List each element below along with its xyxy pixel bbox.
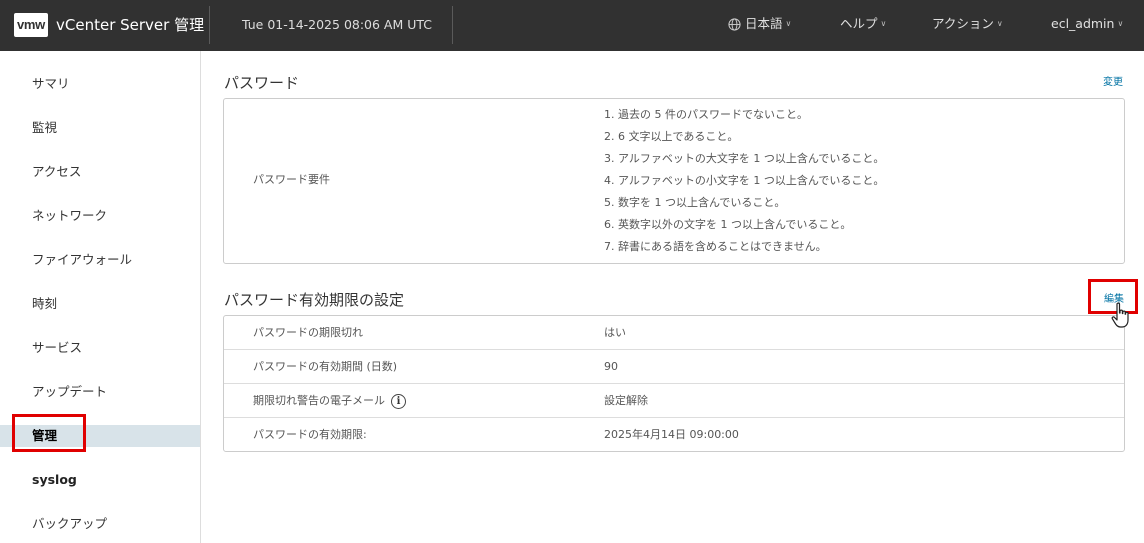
sidebar-item-label: syslog: [32, 472, 77, 487]
expiration-section-title: パスワード有効期限の設定: [224, 291, 405, 309]
row-key-with-info: 期限切れ警告の電子メール i: [253, 393, 406, 409]
chevron-down-icon: ∨: [996, 19, 1003, 28]
sidebar-nav: サマリ 監視 アクセス ネットワーク ファイアウォール 時刻 サービス アップデ…: [0, 51, 201, 543]
vmware-logo: vmw: [14, 13, 48, 37]
row-value: 90: [604, 360, 618, 373]
hand-cursor-icon: [1111, 302, 1129, 328]
app-title: vCenter Server 管理: [56, 16, 205, 34]
sidebar-item-monitor[interactable]: 監視: [0, 117, 200, 139]
header-divider: [209, 6, 210, 44]
language-menu-label: 日本語: [745, 16, 783, 31]
header-datetime: Tue 01-14-2025 08:06 AM UTC: [242, 17, 433, 32]
row-value: はい: [604, 326, 626, 339]
table-row: パスワードの期限切れ はい: [224, 316, 1124, 350]
password-change-link[interactable]: 変更: [1103, 76, 1123, 89]
sidebar-item-label: 監視: [32, 120, 58, 135]
chevron-down-icon: ∨: [880, 19, 887, 28]
row-value: 設定解除: [604, 394, 648, 407]
password-section-title: パスワード: [224, 74, 300, 92]
requirement-item: 3. アルファベットの大文字を 1 つ以上含んでいること。: [604, 152, 885, 165]
actions-menu[interactable]: アクション ∨: [932, 16, 1003, 32]
table-row: パスワードの有効期限: 2025年4月14日 09:00:00: [224, 418, 1124, 451]
sidebar-item-access[interactable]: アクセス: [0, 161, 200, 183]
password-requirements-label: パスワード要件: [253, 173, 330, 186]
sidebar-item-label: ファイアウォール: [32, 252, 133, 267]
table-row: 期限切れ警告の電子メール i 設定解除: [224, 384, 1124, 418]
sidebar-item-firewall[interactable]: ファイアウォール: [0, 249, 200, 271]
sidebar-item-services[interactable]: サービス: [0, 337, 200, 359]
sidebar-item-label: ネットワーク: [32, 208, 108, 223]
sidebar-item-label: サマリ: [32, 76, 70, 91]
sidebar-item-backup[interactable]: バックアップ: [0, 513, 200, 535]
sidebar-item-network[interactable]: ネットワーク: [0, 205, 200, 227]
requirement-item: 2. 6 文字以上であること。: [604, 130, 739, 143]
globe-icon: [728, 17, 741, 31]
actions-menu-label: アクション: [932, 16, 994, 31]
requirement-item: 5. 数字を 1 つ以上含んでいること。: [604, 196, 786, 209]
sidebar-item-label: バックアップ: [32, 516, 108, 531]
chevron-down-icon: ∨: [1117, 19, 1124, 28]
requirement-item: 7. 辞書にある語を含めることはできません。: [604, 240, 827, 253]
row-key: 期限切れ警告の電子メール: [253, 394, 385, 407]
help-menu[interactable]: ヘルプ ∨: [840, 16, 886, 32]
table-row: パスワードの有効期間 (日数) 90: [224, 350, 1124, 384]
sidebar-item-label: アクセス: [32, 164, 82, 179]
top-header-bar: vmw vCenter Server 管理 Tue 01-14-2025 08:…: [0, 0, 1144, 51]
sidebar-item-time[interactable]: 時刻: [0, 293, 200, 315]
expiration-settings-card: パスワードの期限切れ はい パスワードの有効期間 (日数) 90 期限切れ警告の…: [223, 315, 1125, 452]
info-icon[interactable]: i: [391, 393, 406, 409]
password-requirements-card: パスワード要件 1. 過去の 5 件のパスワードでないこと。 2. 6 文字以上…: [223, 98, 1125, 264]
sidebar-item-syslog[interactable]: syslog: [0, 469, 200, 491]
row-key: パスワードの有効期間 (日数): [253, 360, 398, 373]
sidebar-item-summary[interactable]: サマリ: [0, 73, 200, 95]
help-menu-label: ヘルプ: [840, 16, 878, 31]
language-menu[interactable]: 日本語 ∨: [728, 16, 791, 32]
requirement-item: 6. 英数字以外の文字を 1 つ以上含んでいること。: [604, 218, 852, 231]
header-divider: [452, 6, 453, 44]
requirement-item: 1. 過去の 5 件のパスワードでないこと。: [604, 108, 808, 121]
row-key: パスワードの有効期限:: [253, 428, 367, 441]
highlight-box-administration: [12, 414, 86, 452]
sidebar-item-label: 時刻: [32, 296, 58, 311]
sidebar-item-label: アップデート: [32, 384, 108, 399]
user-menu-label: ecl_admin: [1051, 16, 1115, 31]
sidebar-item-label: サービス: [32, 340, 83, 355]
row-key: パスワードの期限切れ: [253, 326, 363, 339]
user-menu[interactable]: ecl_admin ∨: [1051, 16, 1123, 32]
sidebar-item-update[interactable]: アップデート: [0, 381, 200, 403]
chevron-down-icon: ∨: [785, 19, 792, 28]
row-value: 2025年4月14日 09:00:00: [604, 428, 739, 441]
requirement-item: 4. アルファベットの小文字を 1 つ以上含んでいること。: [604, 174, 885, 187]
